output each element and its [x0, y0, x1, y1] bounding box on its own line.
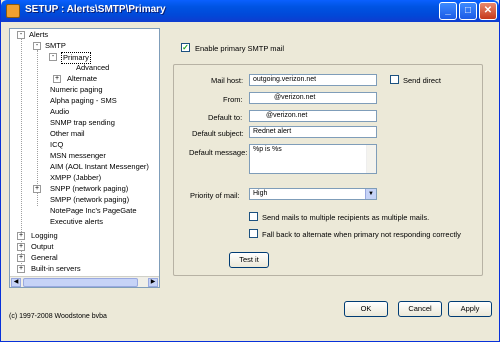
expand-icon[interactable]: +	[17, 243, 25, 251]
message-scrollbar[interactable]	[366, 145, 376, 173]
tree-item-snmp[interactable]: SNMP trap sending	[50, 118, 115, 128]
tree-item-label: SMPP (network paging)	[50, 195, 130, 204]
expand-icon[interactable]: +	[17, 232, 25, 240]
collapse-icon[interactable]: -	[33, 42, 41, 50]
tree-connector	[37, 50, 38, 206]
window-title: SETUP : Alerts\SMTP\Primary	[25, 4, 166, 15]
tree-item-label: SNPP (network paging)	[50, 184, 129, 193]
fallback-label: Fall back to alternate when primary not …	[262, 230, 461, 239]
scroll-left-icon[interactable]: ◀	[11, 278, 21, 287]
tree-item-label: Other mail	[50, 129, 85, 138]
scroll-right-icon[interactable]: ▶	[148, 278, 158, 287]
tree-item-executive-alerts[interactable]: Executive alerts	[50, 217, 103, 227]
tree-item-label: General	[31, 253, 58, 262]
tree-horizontal-scrollbar[interactable]: ◀ ▶	[10, 276, 159, 287]
expand-icon[interactable]: +	[17, 265, 25, 273]
copyright-text: (c) 1997-2008 Woodstone bvba	[9, 313, 107, 320]
tree-item-label: Alerts	[29, 30, 49, 39]
title-bar[interactable]: SETUP : Alerts\SMTP\Primary _ □ ✕	[1, 0, 499, 22]
default-subject-input[interactable]: Rednet alert	[249, 126, 377, 138]
expand-icon[interactable]: +	[17, 254, 25, 262]
chevron-down-icon[interactable]: ▼	[365, 189, 376, 199]
collapse-icon[interactable]: -	[17, 31, 25, 39]
fallback-checkbox[interactable]	[249, 229, 258, 238]
tree-item-label: Numeric paging	[50, 85, 103, 94]
tree-item-label: Executive alerts	[50, 217, 103, 226]
enable-primary-label: Enable primary SMTP mail	[195, 44, 285, 53]
tree-item-label: MSN messenger	[50, 151, 106, 160]
default-message-textarea[interactable]: %p is %s	[249, 144, 377, 174]
tree-item-advanced[interactable]: Advanced	[76, 63, 109, 73]
priority-value: High	[253, 190, 268, 197]
app-icon	[6, 4, 20, 18]
tree-item-label: Output	[31, 242, 54, 251]
tree-item-msn[interactable]: MSN messenger	[50, 151, 106, 161]
send-direct-label: Send direct	[403, 76, 441, 85]
tree-item-icq[interactable]: ICQ	[50, 140, 63, 150]
tree-item-other-mail[interactable]: Other mail	[50, 129, 85, 139]
tree-item-label: Alpha paging - SMS	[50, 96, 117, 105]
cancel-button[interactable]: Cancel	[398, 301, 442, 317]
setup-window: SETUP : Alerts\SMTP\Primary _ □ ✕ - Aler…	[0, 0, 500, 342]
tree-item-alpha-paging[interactable]: Alpha paging - SMS	[50, 96, 117, 106]
tree-item-label: SNMP trap sending	[50, 118, 115, 127]
tree-item-label: NotePage Inc's PageGate	[50, 206, 137, 215]
tree-item-label: AIM (AOL Instant Messenger)	[50, 162, 149, 171]
default-to-label: Default to:	[208, 113, 243, 122]
from-label: From:	[223, 95, 243, 104]
tree-item-smpp[interactable]: SMPP (network paging)	[50, 195, 129, 205]
expand-icon[interactable]: +	[53, 75, 61, 83]
default-to-input[interactable]: @verizon.net	[249, 110, 377, 122]
tree-item-label: ICQ	[50, 140, 64, 149]
expand-icon[interactable]: +	[33, 185, 41, 193]
tree-item-label: Logging	[31, 231, 58, 240]
apply-button[interactable]: Apply	[448, 301, 492, 317]
tree-item-label: Advanced	[76, 63, 110, 72]
ok-button[interactable]: OK	[344, 301, 388, 317]
tree-item-aim[interactable]: AIM (AOL Instant Messenger)	[50, 162, 149, 172]
default-message-text: %p is %s	[253, 146, 282, 153]
mail-host-label: Mail host:	[211, 76, 244, 85]
tree-item-label: SMTP	[45, 41, 66, 50]
maximize-button[interactable]: □	[459, 2, 477, 20]
tree-item-label: Alternate	[67, 74, 98, 83]
tree-item-pagegate[interactable]: NotePage Inc's PageGate	[50, 206, 137, 216]
scrollbar-thumb[interactable]	[23, 278, 138, 287]
test-it-button[interactable]: Test it	[229, 252, 269, 268]
enable-primary-checkbox[interactable]: ✓	[181, 43, 190, 52]
tree-item-label: XMPP (Jabber)	[50, 173, 102, 182]
default-subject-label: Default subject:	[192, 129, 244, 138]
priority-label: Priority of mail:	[190, 191, 240, 200]
multi-recipients-checkbox[interactable]	[249, 212, 258, 221]
default-message-label: Default message:	[189, 148, 248, 157]
minimize-button[interactable]: _	[439, 2, 457, 20]
tree-item-numeric-paging[interactable]: Numeric paging	[50, 85, 103, 95]
settings-tree[interactable]: - Alerts - SMTP - Primary Advanced + Alt…	[9, 28, 160, 288]
tree-item-label: Audio	[50, 107, 70, 116]
tree-item-label: Built-in servers	[31, 264, 81, 273]
collapse-icon[interactable]: -	[49, 53, 57, 61]
mail-host-input[interactable]: outgoing.verizon.net	[249, 74, 377, 86]
close-button[interactable]: ✕	[479, 2, 497, 20]
tree-item-audio[interactable]: Audio	[50, 107, 69, 117]
tree-item-xmpp[interactable]: XMPP (Jabber)	[50, 173, 101, 183]
send-direct-checkbox[interactable]	[390, 75, 399, 84]
multi-recipients-label: Send mails to multiple recipients as mul…	[262, 213, 430, 222]
from-input[interactable]: @verizon.net	[249, 92, 377, 104]
priority-select[interactable]: High ▼	[249, 188, 377, 200]
